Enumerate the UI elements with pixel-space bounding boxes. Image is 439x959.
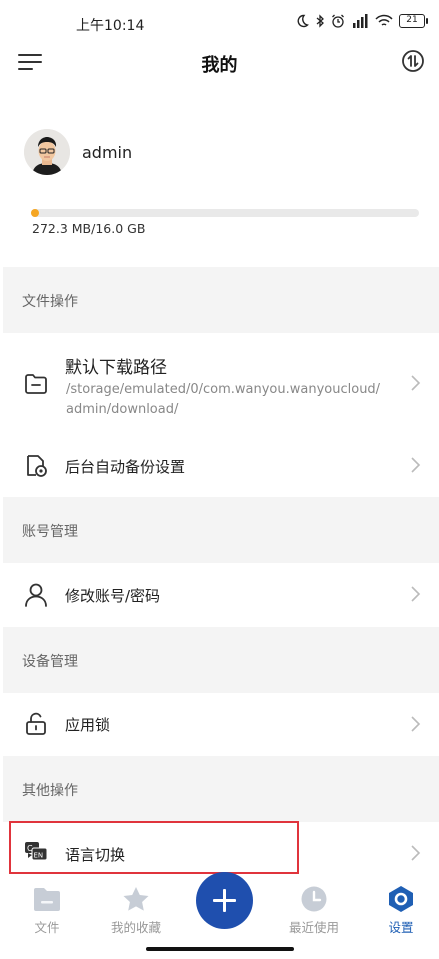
row-default-download-path[interactable]: 默认下载路径 /storage/emulated/0/com.wanyou.wa… <box>3 333 439 433</box>
row-label: 修改账号/密码 <box>65 587 161 605</box>
section-header-other: 其他操作 <box>3 756 439 822</box>
profile-section[interactable]: admin <box>24 128 132 176</box>
nav-label: 我的收藏 <box>110 920 161 935</box>
user-icon <box>25 583 47 607</box>
folder-icon <box>34 888 60 911</box>
app-header: 我的 <box>0 40 439 84</box>
status-icons: 21 <box>295 14 428 28</box>
avatar[interactable] <box>24 129 70 175</box>
folder-icon <box>25 374 47 394</box>
chevron-right-icon <box>411 716 421 732</box>
row-label: 应用锁 <box>65 716 111 734</box>
chevron-right-icon <box>411 586 421 602</box>
nav-label: 设置 <box>388 920 414 935</box>
chevron-right-icon <box>411 457 421 473</box>
highlight-box <box>9 821 299 874</box>
signal-icon <box>353 14 368 28</box>
row-change-account-password[interactable]: 修改账号/密码 <box>3 563 439 627</box>
backup-settings-icon <box>27 455 47 477</box>
moon-icon <box>297 14 309 28</box>
settings-icon <box>389 886 413 912</box>
section-label: 文件操作 <box>22 294 78 310</box>
nav-item-favorites[interactable]: 我的收藏 <box>104 885 168 936</box>
battery-indicator: 21 <box>399 14 428 28</box>
section-header-device: 设备管理 <box>3 627 439 693</box>
storage-usage-text: 272.3 MB/16.0 GB <box>32 221 146 236</box>
wifi-icon <box>375 14 393 26</box>
avatar-icon <box>24 129 70 175</box>
nav-item-files[interactable]: 文件 <box>20 885 74 936</box>
section-header-account: 账号管理 <box>3 497 439 563</box>
storage-progress-bar <box>31 209 419 217</box>
nav-item-settings[interactable]: 设置 <box>376 885 426 936</box>
nav-label: 最近使用 <box>288 920 339 935</box>
download-path-line2: admin/download/ <box>66 402 179 417</box>
row-label: 后台自动备份设置 <box>65 458 186 476</box>
section-label: 账号管理 <box>22 524 78 540</box>
section-label: 设备管理 <box>22 654 78 670</box>
star-icon <box>123 887 149 911</box>
row-background-backup[interactable]: 后台自动备份设置 <box>3 433 439 497</box>
clock-icon <box>301 886 327 912</box>
nav-item-recent[interactable]: 最近使用 <box>282 885 346 936</box>
status-time: 上午10:14 <box>76 18 145 34</box>
page-title: 我的 <box>201 55 238 76</box>
chevron-right-icon <box>411 375 421 391</box>
lock-icon <box>26 712 46 735</box>
row-label: 默认下载路径 <box>65 358 167 378</box>
section-label: 其他操作 <box>22 783 78 799</box>
bluetooth-icon <box>316 14 324 28</box>
nav-label: 文件 <box>34 920 60 935</box>
row-app-lock[interactable]: 应用锁 <box>3 693 439 756</box>
alarm-icon <box>332 14 344 28</box>
download-path-text: /storage/emulated/0/com.wanyou.wanyouclo… <box>66 380 396 420</box>
add-button[interactable] <box>196 872 253 929</box>
section-header-file-ops: 文件操作 <box>3 267 439 333</box>
home-indicator <box>146 947 294 951</box>
sort-icon[interactable] <box>401 49 425 73</box>
chevron-right-icon <box>411 845 421 861</box>
storage-progress-fill <box>31 209 39 217</box>
username: admin <box>82 142 133 162</box>
download-path-line1: /storage/emulated/0/com.wanyou.wanyouclo… <box>66 382 381 397</box>
